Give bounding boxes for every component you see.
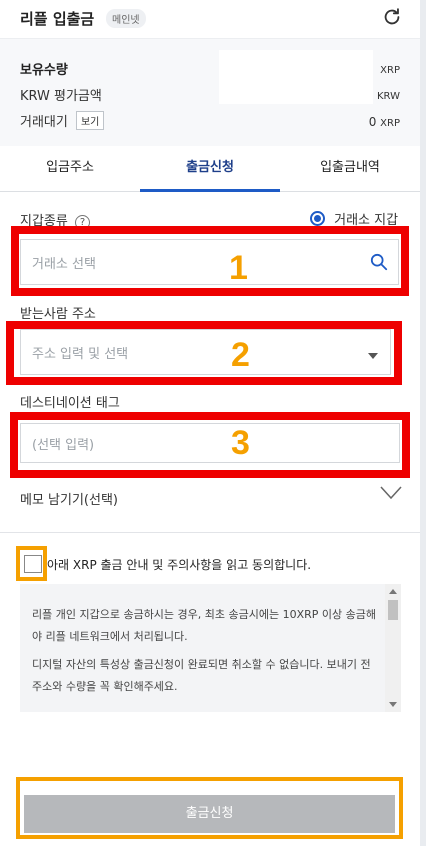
section-divider (0, 532, 420, 533)
network-badge: 메인넷 (106, 9, 146, 28)
tab-withdraw-request[interactable]: 출금신청 (140, 146, 280, 192)
checkbox-highlight (16, 546, 47, 581)
tab-deposit-address[interactable]: 입금주소 (0, 146, 140, 192)
tag-placeholder: (선택 입력) (32, 437, 95, 453)
header: 리플 입출금 메인넷 (0, 0, 420, 38)
exchange-search-input[interactable]: 거래소 선택 (20, 239, 399, 285)
agree-checkbox[interactable] (24, 555, 42, 573)
notice-box: 리플 개인 지갑으로 송금하시는 경우, 최초 송금시에는 10XRP 이상 송… (20, 584, 401, 712)
memo-toggle[interactable]: 메모 남기기(선택) (20, 489, 118, 508)
pending-amount: 0 XRP (369, 115, 400, 129)
notice-paragraph-2: 디지털 자산의 특성상 출금신청이 완료되면 취소할 수 없습니다. 보내기 전… (32, 658, 371, 693)
krw-unit: KRW (377, 91, 400, 102)
refresh-icon[interactable] (381, 6, 403, 28)
exchange-placeholder: 거래소 선택 (32, 256, 96, 272)
search-icon[interactable] (370, 253, 388, 271)
notice-scrollbar[interactable] (385, 584, 401, 712)
pending-row: 거래대기 보기 (20, 111, 105, 130)
holding-unit: XRP (380, 65, 400, 76)
pending-unit: XRP (380, 118, 400, 129)
redacted-amount (219, 50, 373, 104)
scroll-thumb[interactable] (388, 600, 398, 620)
scroll-down-arrow-icon[interactable] (389, 702, 397, 707)
dropdown-caret-icon (368, 353, 378, 359)
krw-value-label: KRW 평가금액 (20, 89, 102, 104)
pending-label: 거래대기 (20, 115, 68, 130)
address-placeholder: 주소 입력 및 선택 (32, 346, 129, 362)
submit-highlight: 출금신청 (16, 777, 403, 839)
scroll-up-arrow-icon[interactable] (389, 589, 397, 594)
chevron-down-icon[interactable] (380, 486, 402, 500)
page-title: 리플 입출금 (20, 10, 95, 28)
agree-text: 아래 XRP 출금 안내 및 주의사항을 읽고 동의합니다. (47, 558, 312, 572)
balance-panel: 보유수량 KRW 평가금액 거래대기 보기 XRP KRW 0 XRP (0, 38, 420, 146)
destination-tag-label: 데스티네이션 태그 (20, 396, 120, 411)
pending-value: 0 (368, 115, 377, 129)
tab-bar: 입금주소 출금신청 입출금내역 (0, 146, 420, 192)
withdraw-submit-button[interactable]: 출금신청 (24, 795, 395, 833)
recipient-address-label: 받는사람 주소 (20, 307, 96, 322)
page-scrollbar[interactable] (420, 0, 426, 846)
view-pending-button[interactable]: 보기 (75, 111, 105, 130)
address-select[interactable]: 주소 입력 및 선택 (20, 329, 391, 375)
annotation-number-3: 3 (231, 424, 250, 462)
radio-selected-icon (310, 211, 325, 226)
annotation-number-2: 2 (231, 336, 250, 374)
destination-tag-input[interactable]: (선택 입력) (20, 423, 400, 463)
annotation-number-1: 1 (229, 249, 248, 287)
tab-history[interactable]: 입출금내역 (280, 146, 420, 192)
notice-paragraph-1: 리플 개인 지갑으로 송금하시는 경우, 최초 송금시에는 10XRP 이상 송… (32, 608, 377, 643)
holding-label: 보유수량 (20, 63, 68, 78)
